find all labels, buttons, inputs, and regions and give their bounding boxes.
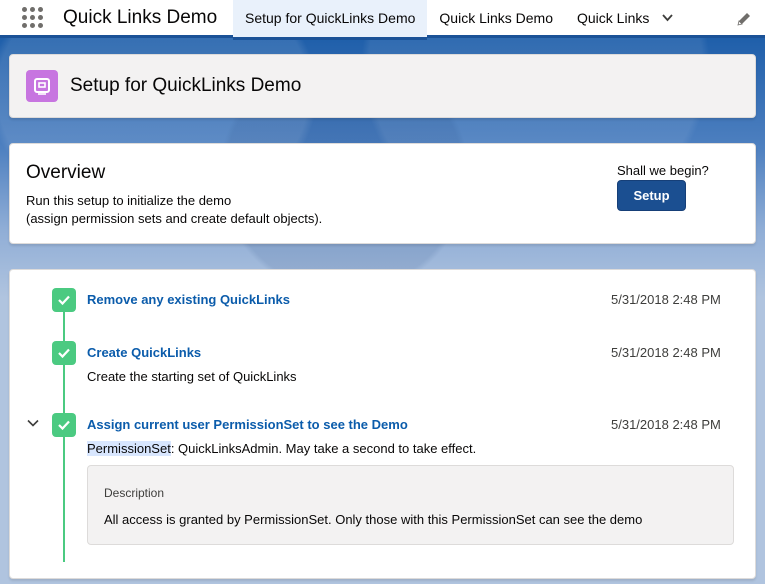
timeline-item-title[interactable]: Create QuickLinks	[87, 345, 201, 360]
detail-label: Description	[104, 486, 165, 500]
tab-setup-quicklinks-demo[interactable]: Setup for QuickLinks Demo	[233, 0, 428, 40]
chevron-down-icon[interactable]	[661, 11, 674, 24]
timeline-item-date: 5/31/2018 2:48 PM	[611, 292, 721, 307]
timeline-card: Remove any existing QuickLinks 5/31/2018…	[9, 269, 756, 579]
app-name: Quick Links Demo	[63, 6, 218, 28]
timeline-item-date: 5/31/2018 2:48 PM	[611, 417, 721, 432]
tab-quick-links[interactable]: Quick Links	[565, 0, 686, 37]
page-title: Setup for QuickLinks Demo	[70, 75, 302, 96]
check-icon	[52, 413, 76, 437]
chevron-down-icon[interactable]	[26, 416, 40, 430]
timeline-item-description: Create the starting set of QuickLinks	[87, 369, 297, 384]
description-rest: : QuickLinksAdmin. May take a second to …	[170, 441, 477, 456]
nav-tabs: Setup for QuickLinks Demo Quick Links De…	[233, 0, 686, 40]
check-icon	[52, 341, 76, 365]
check-icon	[52, 288, 76, 312]
page-header: Setup for QuickLinks Demo	[9, 54, 756, 118]
object-icon	[26, 70, 58, 102]
tab-label: Quick Links Demo	[439, 9, 553, 26]
top-nav: Quick Links Demo Setup for QuickLinks De…	[0, 0, 765, 40]
app-launcher-icon[interactable]	[18, 4, 46, 32]
begin-prompt: Shall we begin?	[617, 163, 709, 178]
overview-card: Overview Run this setup to initialize th…	[9, 143, 756, 244]
overview-description: Run this setup to initialize the demo (a…	[26, 192, 322, 228]
timeline-item-title[interactable]: Remove any existing QuickLinks	[87, 292, 290, 307]
tab-label: Setup for QuickLinks Demo	[245, 9, 416, 26]
timeline-item-date: 5/31/2018 2:48 PM	[611, 345, 721, 360]
tab-quick-links-demo[interactable]: Quick Links Demo	[427, 0, 565, 37]
detail-text: All access is granted by PermissionSet. …	[104, 512, 643, 527]
overview-line-1: Run this setup to initialize the demo	[26, 193, 232, 208]
timeline-item-description: PermissionSet: QuickLinksAdmin. May take…	[87, 441, 476, 456]
overview-title: Overview	[26, 162, 106, 183]
detail-panel: Description All access is granted by Per…	[87, 465, 734, 545]
tab-label: Quick Links	[577, 9, 650, 26]
overview-line-2: (assign permission sets and create defau…	[26, 211, 323, 226]
pencil-icon[interactable]	[735, 10, 753, 28]
timeline-item-title[interactable]: Assign current user PermissionSet to see…	[87, 417, 408, 432]
highlighted-term: PermissionSet	[87, 441, 171, 456]
setup-button[interactable]: Setup	[617, 180, 686, 211]
